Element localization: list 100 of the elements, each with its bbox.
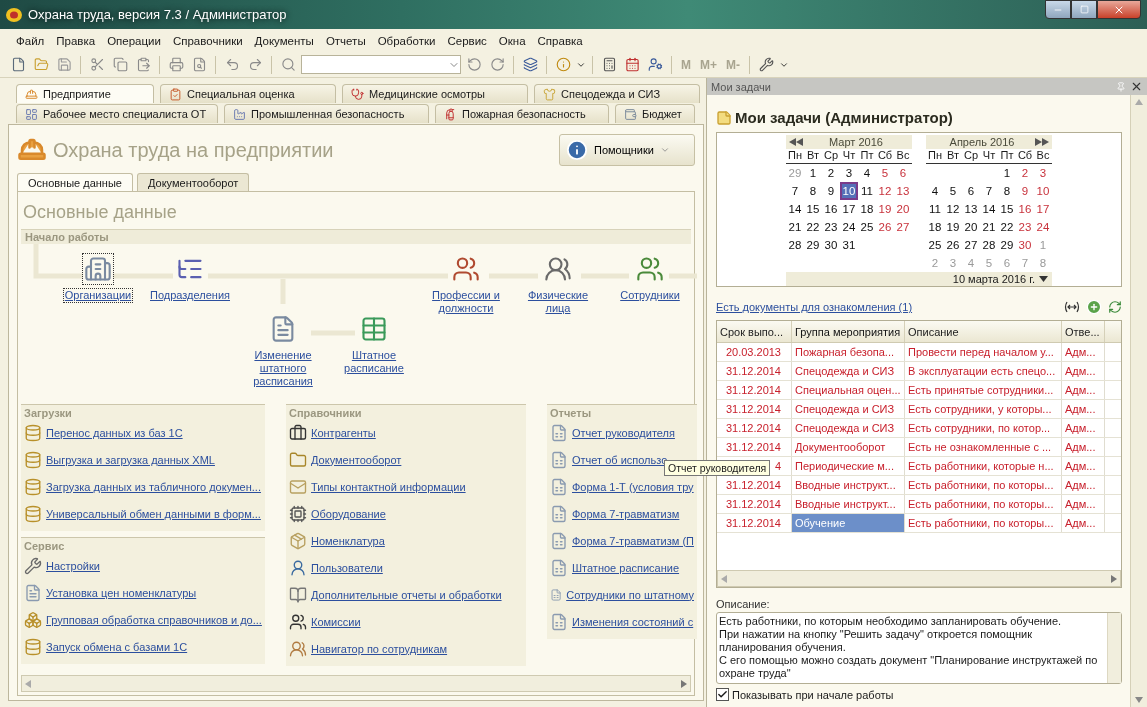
link[interactable]: Типы контактной информации [311, 480, 466, 493]
calendar-day[interactable]: 25 [858, 218, 876, 236]
menu-item[interactable]: Отчеты [319, 34, 372, 47]
link[interactable]: Форма 7-травматизм [572, 507, 680, 520]
link[interactable]: Комиссии [311, 615, 361, 628]
assistants-button[interactable]: Помощники [559, 134, 695, 166]
node-link[interactable]: Сотрудники [618, 288, 682, 303]
calendar-day[interactable]: 12 [876, 182, 894, 200]
link[interactable]: Настройки [46, 559, 100, 572]
refresh-icon[interactable] [1108, 300, 1122, 314]
calendar-day[interactable]: 5 [944, 182, 962, 200]
calendar-day[interactable]: 31 [840, 236, 858, 254]
scrollbar[interactable] [21, 675, 691, 692]
column-header[interactable]: Описание [905, 321, 1062, 342]
calendar-day[interactable]: 19 [876, 200, 894, 218]
menu-item[interactable]: Сервис [441, 34, 493, 47]
calendar-day[interactable]: 10 [1034, 182, 1052, 200]
calendar-day[interactable]: 10 [840, 182, 858, 200]
calendar-day[interactable]: 13 [962, 200, 980, 218]
menu-item[interactable]: Файл [10, 34, 51, 47]
calendar-day[interactable]: 9 [822, 182, 840, 200]
scrollbar[interactable] [1130, 95, 1147, 707]
link[interactable]: Сотрудники по штатному [566, 588, 694, 601]
menu-item[interactable]: Документы [248, 34, 320, 47]
date-picker[interactable]: 10 марта 2016 г. [786, 272, 1052, 286]
calendar-day[interactable]: 24 [1034, 218, 1052, 236]
calendar-day[interactable]: 22 [804, 218, 822, 236]
link[interactable]: Пользователи [311, 561, 383, 574]
section-tab[interactable]: Специальная оценка [160, 84, 336, 103]
node-link[interactable]: Профессии и должности [421, 288, 511, 316]
link[interactable]: Групповая обработка справочников и до... [46, 613, 262, 626]
calendar-day[interactable]: 27 [962, 236, 980, 254]
calendar-day[interactable]: 22 [998, 218, 1016, 236]
calendar-day[interactable]: 24 [840, 218, 858, 236]
calendar-day[interactable]: 25 [926, 236, 944, 254]
calendar-day[interactable]: 15 [804, 200, 822, 218]
node-link[interactable]: Штатное расписание [329, 348, 419, 376]
menu-item[interactable]: Операции [101, 34, 167, 47]
checkbox[interactable] [716, 688, 729, 701]
documents-link[interactable]: Есть документы для ознакомления (1) [716, 301, 1058, 313]
calendar-day[interactable]: 3 [1034, 164, 1052, 182]
link[interactable]: Дополнительные отчеты и обработки [311, 588, 502, 601]
tab[interactable]: Документооборот [136, 173, 250, 191]
calendar-day[interactable]: 29 [998, 236, 1016, 254]
calendar-day[interactable]: 2 [1016, 164, 1034, 182]
search-field[interactable] [301, 55, 461, 74]
calendar-day[interactable]: 11 [858, 182, 876, 200]
calendar-day[interactable]: 30 [1016, 236, 1034, 254]
calendar-day[interactable]: 30 [822, 236, 840, 254]
calendar-day[interactable]: 16 [822, 200, 840, 218]
calendar-day[interactable]: 20 [894, 200, 912, 218]
minimize-button[interactable] [1045, 0, 1071, 19]
link[interactable]: Запуск обмена с базами 1С [46, 640, 188, 653]
link[interactable]: Номенклатура [311, 534, 385, 547]
menu-item[interactable]: Обработки [371, 34, 442, 47]
calendar-day[interactable]: 14 [786, 200, 804, 218]
link[interactable]: Перенос данных из баз 1С [46, 426, 183, 439]
section-tab[interactable]: Спецодежда и СИЗ [534, 84, 700, 103]
link[interactable]: Универсальный обмен данными в форм... [46, 507, 261, 520]
link[interactable]: Оборудование [311, 507, 386, 520]
close-icon[interactable] [1130, 80, 1143, 93]
calendar-day[interactable]: 7 [786, 182, 804, 200]
scroll-right-icon[interactable] [681, 679, 687, 688]
scroll-down-icon[interactable] [1135, 697, 1143, 703]
link[interactable]: Изменения состояний с [572, 615, 694, 628]
column-header[interactable]: Группа мероприятия [792, 321, 905, 342]
calendar-day[interactable]: 21 [980, 218, 998, 236]
calendar-day[interactable]: 29 [804, 236, 822, 254]
calendar-day[interactable]: 11 [926, 200, 944, 218]
calendar-day[interactable]: 23 [1016, 218, 1034, 236]
calendar-day[interactable]: 14 [980, 200, 998, 218]
link[interactable]: Загрузка данных из табличного докумен... [46, 480, 261, 493]
menu-item[interactable]: Окна [492, 34, 532, 47]
scroll-up-icon[interactable] [1135, 99, 1143, 105]
calendar-day[interactable]: 7 [980, 182, 998, 200]
link[interactable]: Навигатор по сотрудникам [311, 642, 448, 655]
previous-month-icon[interactable] [789, 138, 803, 146]
calendar-day[interactable]: 4 [858, 164, 876, 182]
calendar-day[interactable]: 17 [840, 200, 858, 218]
calendar-day[interactable]: 23 [822, 218, 840, 236]
calendar-day[interactable]: 3 [840, 164, 858, 182]
close-button[interactable] [1097, 0, 1141, 19]
calendar-day[interactable]: 13 [894, 182, 912, 200]
calendar-day[interactable]: 27 [894, 218, 912, 236]
calendar-day[interactable]: 8 [804, 182, 822, 200]
tab[interactable]: Основные данные [17, 173, 133, 191]
calendar-day[interactable]: 28 [980, 236, 998, 254]
scroll-left-icon[interactable] [25, 679, 31, 688]
link[interactable]: Выгрузка и загрузка данных XML [46, 453, 215, 466]
calendar-day[interactable]: 8 [998, 182, 1016, 200]
link[interactable]: Контрагенты [311, 426, 376, 439]
calendar-day[interactable]: 15 [998, 200, 1016, 218]
menu-item[interactable]: Правка [50, 34, 102, 47]
link[interactable]: Форма 7-травматизм (П [572, 534, 694, 547]
link[interactable]: Форма 1-Т (условия тру [572, 480, 694, 493]
calendar-day[interactable]: 21 [786, 218, 804, 236]
link[interactable]: Штатное расписание [572, 561, 680, 574]
menu-item[interactable]: Справка [531, 34, 589, 47]
calendar-day[interactable]: 1 [998, 164, 1016, 182]
calendar-day[interactable]: 9 [1016, 182, 1034, 200]
